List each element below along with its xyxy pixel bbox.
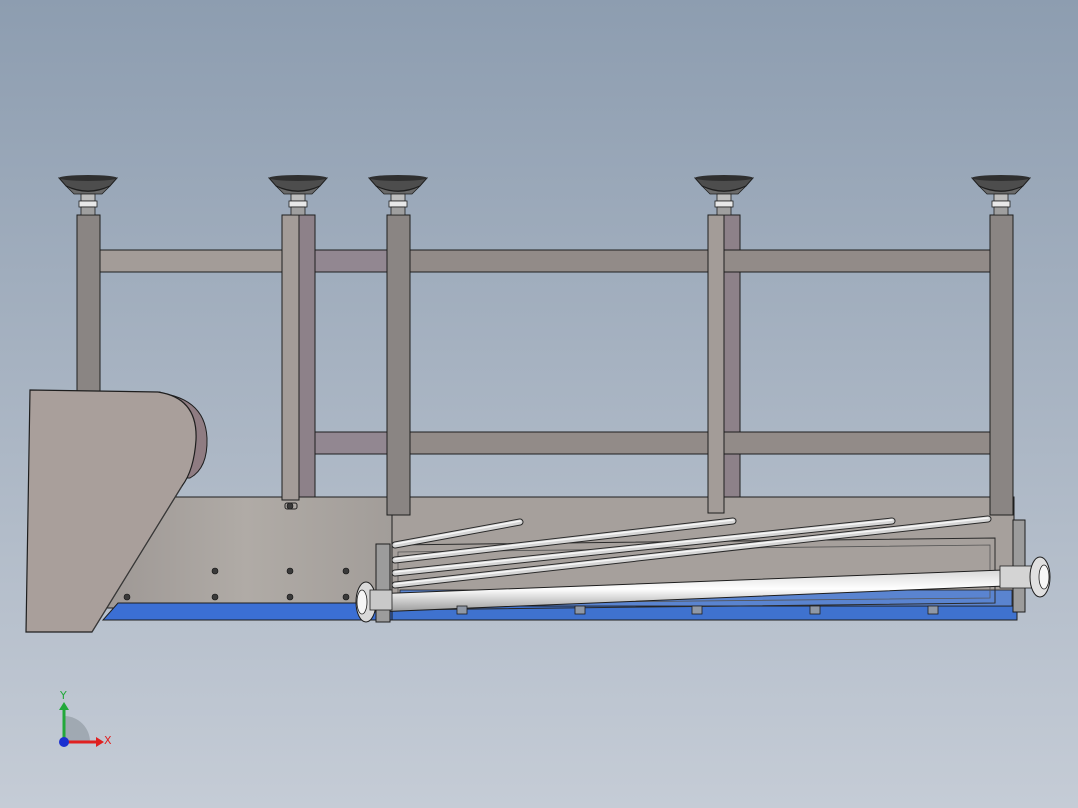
post-5 bbox=[989, 214, 1014, 516]
bolt bbox=[286, 502, 294, 510]
upper-rail-right bbox=[408, 249, 992, 273]
support-tab bbox=[809, 605, 821, 615]
lower-rail-right bbox=[408, 431, 992, 455]
post-4 bbox=[707, 214, 725, 514]
base-right bbox=[391, 605, 1018, 621]
bolt bbox=[123, 593, 131, 601]
bolt bbox=[211, 567, 219, 575]
support-tab bbox=[927, 605, 939, 615]
z-axis-dot bbox=[59, 737, 69, 747]
x-axis-label: X bbox=[104, 734, 112, 747]
post-2 bbox=[281, 214, 300, 501]
back-post-2 bbox=[297, 214, 316, 501]
post-3 bbox=[386, 214, 411, 516]
cad-canvas[interactable]: X Y bbox=[0, 0, 1078, 808]
y-axis-label: Y bbox=[59, 689, 67, 702]
bolt bbox=[286, 593, 294, 601]
cad-viewport[interactable]: X Y bbox=[0, 0, 1078, 808]
base-left bbox=[101, 602, 393, 621]
support-tab bbox=[574, 605, 586, 615]
post-1 bbox=[76, 214, 101, 396]
support-tab bbox=[691, 605, 703, 615]
bolt bbox=[211, 593, 219, 601]
bolt bbox=[286, 567, 294, 575]
bolt bbox=[342, 567, 350, 575]
bolt bbox=[342, 593, 350, 601]
upper-rail-left bbox=[98, 249, 283, 273]
support-tab bbox=[456, 605, 468, 615]
